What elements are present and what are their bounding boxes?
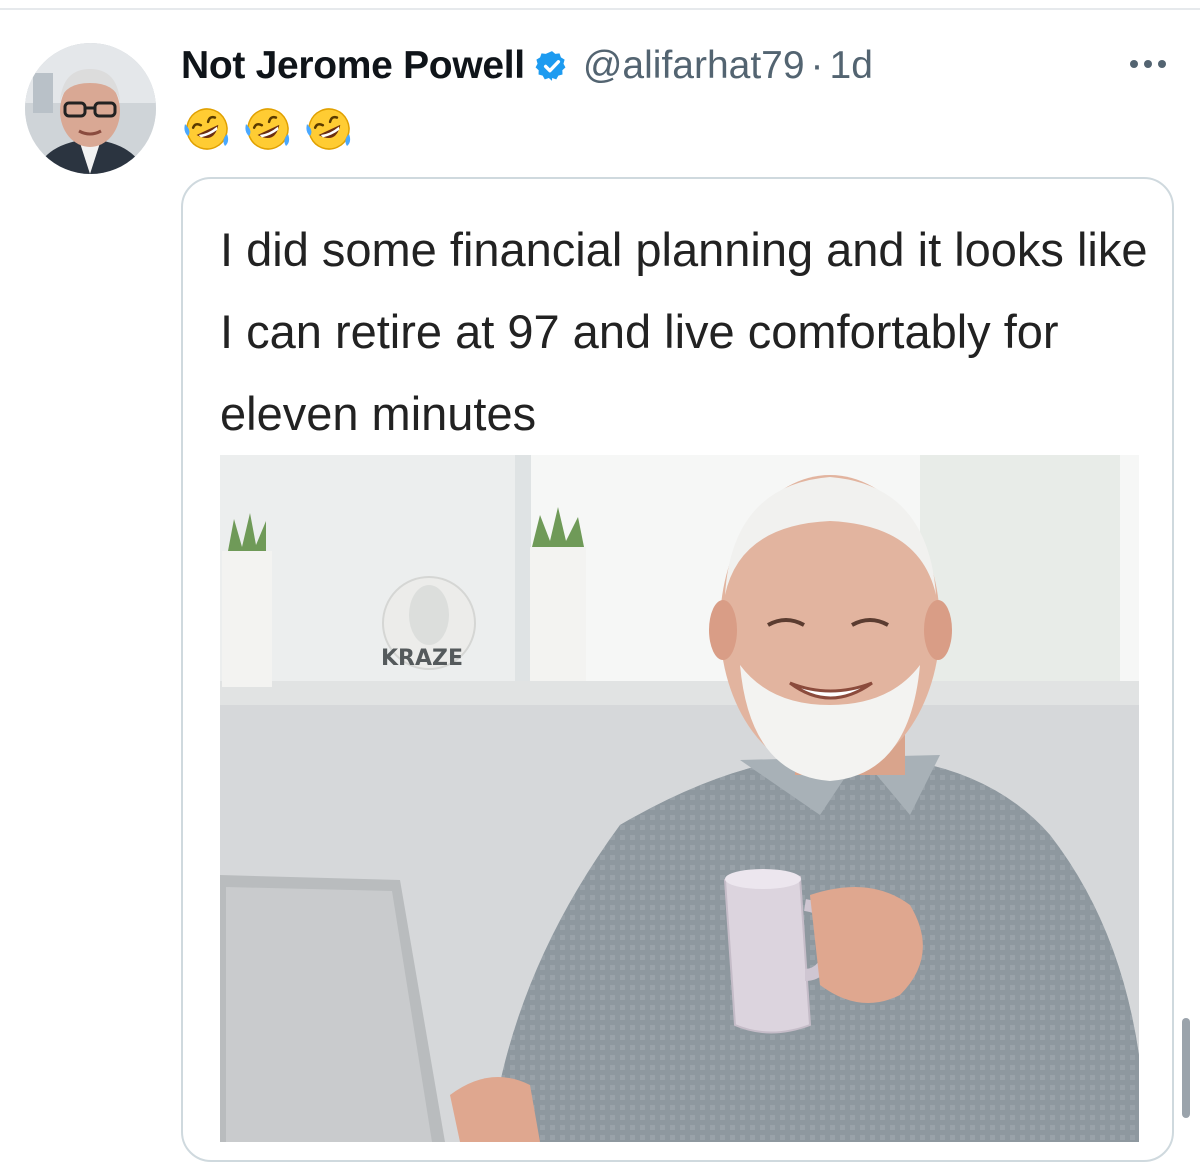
avatar-image bbox=[25, 43, 156, 174]
post-timestamp[interactable]: 1d bbox=[830, 44, 873, 88]
header-separator: · bbox=[810, 44, 824, 87]
ellipsis-icon bbox=[1130, 60, 1166, 68]
rofl-emoji-icon bbox=[245, 108, 290, 150]
more-options-button[interactable] bbox=[1124, 46, 1172, 82]
author-display-name[interactable]: Not Jerome Powell bbox=[181, 44, 525, 88]
post-header: Not Jerome Powell @alifarhat79 · 1d bbox=[181, 40, 873, 92]
author-avatar[interactable] bbox=[25, 43, 156, 174]
meme-caption: I did some financial planning and it loo… bbox=[220, 223, 1148, 440]
author-handle[interactable]: @alifarhat79 bbox=[583, 44, 805, 88]
page-scrollbar[interactable] bbox=[1182, 1018, 1190, 1118]
post-text bbox=[181, 104, 355, 154]
verified-badge-icon[interactable] bbox=[535, 49, 569, 83]
meme-photo: KRAZE bbox=[220, 455, 1139, 1142]
meme-photo-illustration: KRAZE bbox=[220, 455, 1139, 1142]
post-media[interactable]: I did some financial planning and it loo… bbox=[181, 177, 1174, 1162]
top-divider bbox=[0, 8, 1200, 10]
kraze-watermark: KRAZE bbox=[381, 646, 463, 671]
rofl-emoji-icon bbox=[306, 108, 351, 150]
rofl-emoji-icon bbox=[184, 108, 229, 150]
